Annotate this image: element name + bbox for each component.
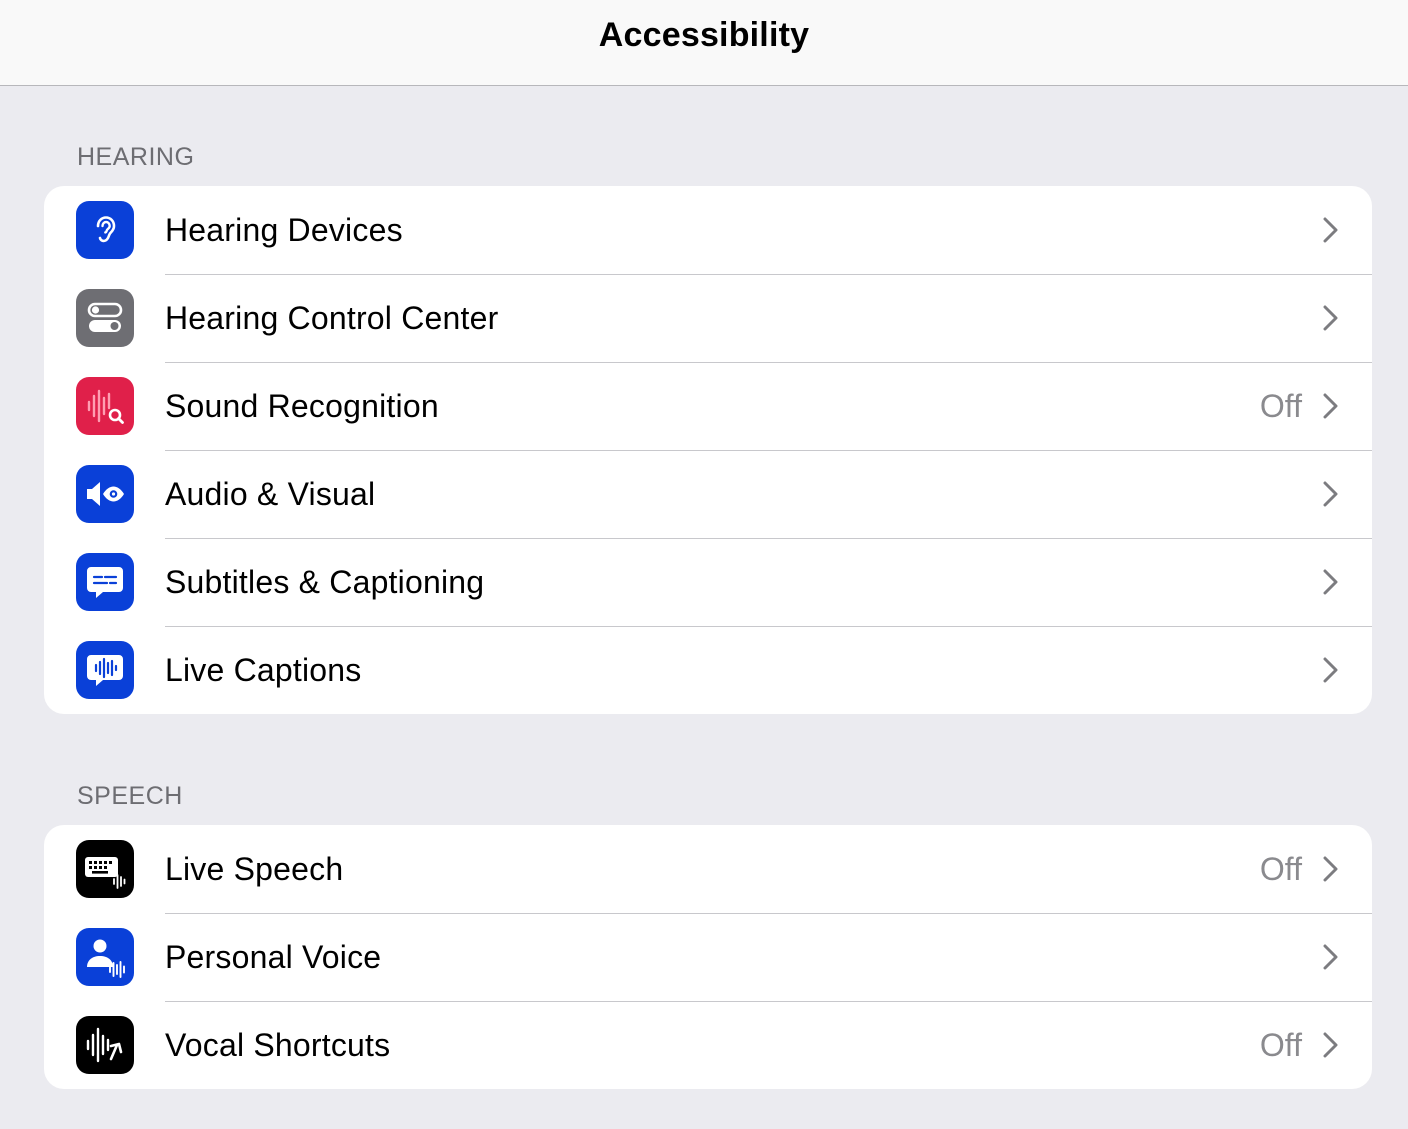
chevron-right-icon bbox=[1323, 856, 1338, 882]
chevron-right-icon bbox=[1323, 305, 1338, 331]
row-label: Audio & Visual bbox=[165, 475, 376, 512]
row-hearing-devices[interactable]: Hearing Devices bbox=[44, 186, 1372, 274]
navigation-bar: Accessibility bbox=[0, 0, 1408, 86]
row-value: Off bbox=[1259, 387, 1302, 424]
row-label: Vocal Shortcuts bbox=[165, 1026, 391, 1063]
row-label: Personal Voice bbox=[165, 938, 382, 975]
row-audio-visual[interactable]: Audio & Visual bbox=[44, 450, 1372, 538]
row-live-speech[interactable]: Live Speech Off bbox=[44, 825, 1372, 913]
waveform-arrow-icon bbox=[76, 1016, 134, 1074]
toggles-icon bbox=[76, 289, 134, 347]
keyboard-waveform-icon bbox=[76, 840, 134, 898]
row-label: Hearing Devices bbox=[165, 211, 403, 248]
row-label: Live Speech bbox=[165, 850, 344, 887]
row-label: Subtitles & Captioning bbox=[165, 563, 485, 600]
chevron-right-icon bbox=[1323, 657, 1338, 683]
chevron-right-icon bbox=[1323, 569, 1338, 595]
row-hearing-control-center[interactable]: Hearing Control Center bbox=[44, 274, 1372, 362]
person-waveform-icon bbox=[76, 928, 134, 986]
caption-bubble-icon bbox=[76, 553, 134, 611]
row-subtitles-captioning[interactable]: Subtitles & Captioning bbox=[44, 538, 1372, 626]
waveform-search-icon bbox=[76, 377, 134, 435]
row-personal-voice[interactable]: Personal Voice bbox=[44, 913, 1372, 1001]
chevron-right-icon bbox=[1323, 1032, 1338, 1058]
row-label: Live Captions bbox=[165, 651, 362, 688]
page-title: Accessibility bbox=[598, 16, 810, 54]
chevron-right-icon bbox=[1323, 217, 1338, 243]
chevron-right-icon bbox=[1323, 393, 1338, 419]
section-header-speech: SPEECH bbox=[77, 782, 183, 810]
row-label: Sound Recognition bbox=[165, 387, 439, 424]
speaker-eye-icon bbox=[76, 465, 134, 523]
row-value: Off bbox=[1259, 1026, 1302, 1063]
row-label: Hearing Control Center bbox=[165, 299, 499, 336]
ear-icon bbox=[76, 201, 134, 259]
chevron-right-icon bbox=[1323, 481, 1338, 507]
speech-group: Live Speech Off Personal Voice Vocal Sho… bbox=[44, 825, 1372, 1089]
chevron-right-icon bbox=[1323, 944, 1338, 970]
hearing-group: Hearing Devices Hearing Control Center S… bbox=[44, 186, 1372, 714]
row-value: Off bbox=[1259, 850, 1302, 887]
section-header-hearing: HEARING bbox=[77, 143, 195, 171]
row-vocal-shortcuts[interactable]: Vocal Shortcuts Off bbox=[44, 1001, 1372, 1089]
row-sound-recognition[interactable]: Sound Recognition Off bbox=[44, 362, 1372, 450]
row-live-captions[interactable]: Live Captions bbox=[44, 626, 1372, 714]
live-caption-bubble-icon bbox=[76, 641, 134, 699]
